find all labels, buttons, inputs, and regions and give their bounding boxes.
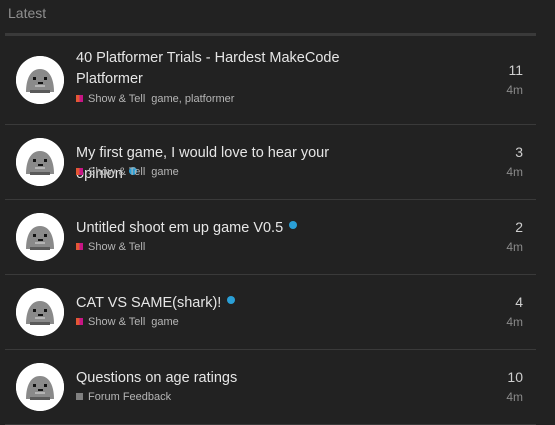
reply-count[interactable]: 2: [515, 219, 523, 235]
avatar[interactable]: [16, 56, 64, 104]
category-badge-icon: [76, 95, 83, 102]
topic-title[interactable]: Untitled shoot em up game V0.5: [76, 218, 376, 239]
new-topic-dot-icon: [289, 221, 298, 229]
topic-title-text[interactable]: CAT VS SAME(shark)!: [76, 295, 221, 311]
topic-row[interactable]: Untitled shoot em up game V0.5 Show & Te…: [5, 200, 536, 275]
activity-time[interactable]: 4m: [506, 165, 523, 179]
topic-title[interactable]: My first game, I would love to hear your…: [76, 143, 376, 185]
topic-row[interactable]: My first game, I would love to hear your…: [5, 125, 536, 200]
topic-title[interactable]: Questions on age ratings: [76, 368, 376, 389]
topic-tags[interactable]: game: [151, 316, 179, 328]
avatar[interactable]: [16, 288, 64, 336]
category-link[interactable]: Show & Tell: [88, 241, 145, 253]
seal-icon: [16, 213, 64, 261]
topic-meta: Forum Feedback: [76, 391, 171, 403]
reply-count[interactable]: 10: [507, 369, 523, 385]
topic-title[interactable]: 40 Platformer Trials - Hardest MakeCode …: [76, 48, 376, 90]
section-title: Latest: [8, 5, 47, 21]
category-link[interactable]: Show & Tell: [88, 93, 145, 105]
avatar[interactable]: [16, 213, 64, 261]
category-link[interactable]: Forum Feedback: [88, 391, 171, 403]
topic-meta: Show & Tell: [76, 241, 145, 253]
seal-icon: [16, 138, 64, 186]
topic-meta: Show & Tell game: [76, 316, 179, 328]
seal-icon: [16, 56, 64, 104]
reply-count[interactable]: 11: [508, 62, 523, 78]
category-link[interactable]: Show & Tell: [88, 166, 145, 178]
reply-count[interactable]: 3: [515, 144, 523, 160]
category-link[interactable]: Show & Tell: [88, 316, 145, 328]
activity-time[interactable]: 4m: [506, 390, 523, 404]
topic-title[interactable]: CAT VS SAME(shark)!: [76, 293, 376, 314]
reply-count[interactable]: 4: [515, 294, 523, 310]
new-topic-dot-icon: [227, 296, 236, 304]
topic-list-page: Latest 40 Platformer Trials - Hardest Ma…: [0, 0, 555, 425]
topic-list: 40 Platformer Trials - Hardest MakeCode …: [5, 36, 536, 425]
topic-title-text[interactable]: Untitled shoot em up game V0.5: [76, 220, 283, 236]
seal-icon: [16, 288, 64, 336]
topic-row[interactable]: Questions on age ratings Forum Feedback …: [5, 350, 536, 425]
avatar[interactable]: [16, 363, 64, 411]
category-badge-icon: [76, 168, 83, 175]
activity-time[interactable]: 4m: [506, 83, 523, 97]
topic-row[interactable]: 40 Platformer Trials - Hardest MakeCode …: [5, 36, 536, 125]
category-badge-icon: [76, 393, 83, 400]
avatar[interactable]: [16, 138, 64, 186]
activity-time[interactable]: 4m: [506, 315, 523, 329]
topic-row[interactable]: CAT VS SAME(shark)! Show & Tell game 4 4m: [5, 275, 536, 350]
topic-meta: Show & Tell game, platformer: [76, 93, 234, 105]
activity-time[interactable]: 4m: [506, 240, 523, 254]
topic-tags[interactable]: game, platformer: [151, 93, 234, 105]
category-badge-icon: [76, 318, 83, 325]
topic-tags[interactable]: game: [151, 166, 179, 178]
category-badge-icon: [76, 243, 83, 250]
topic-meta: Show & Tell game: [76, 166, 179, 178]
seal-icon: [16, 363, 64, 411]
